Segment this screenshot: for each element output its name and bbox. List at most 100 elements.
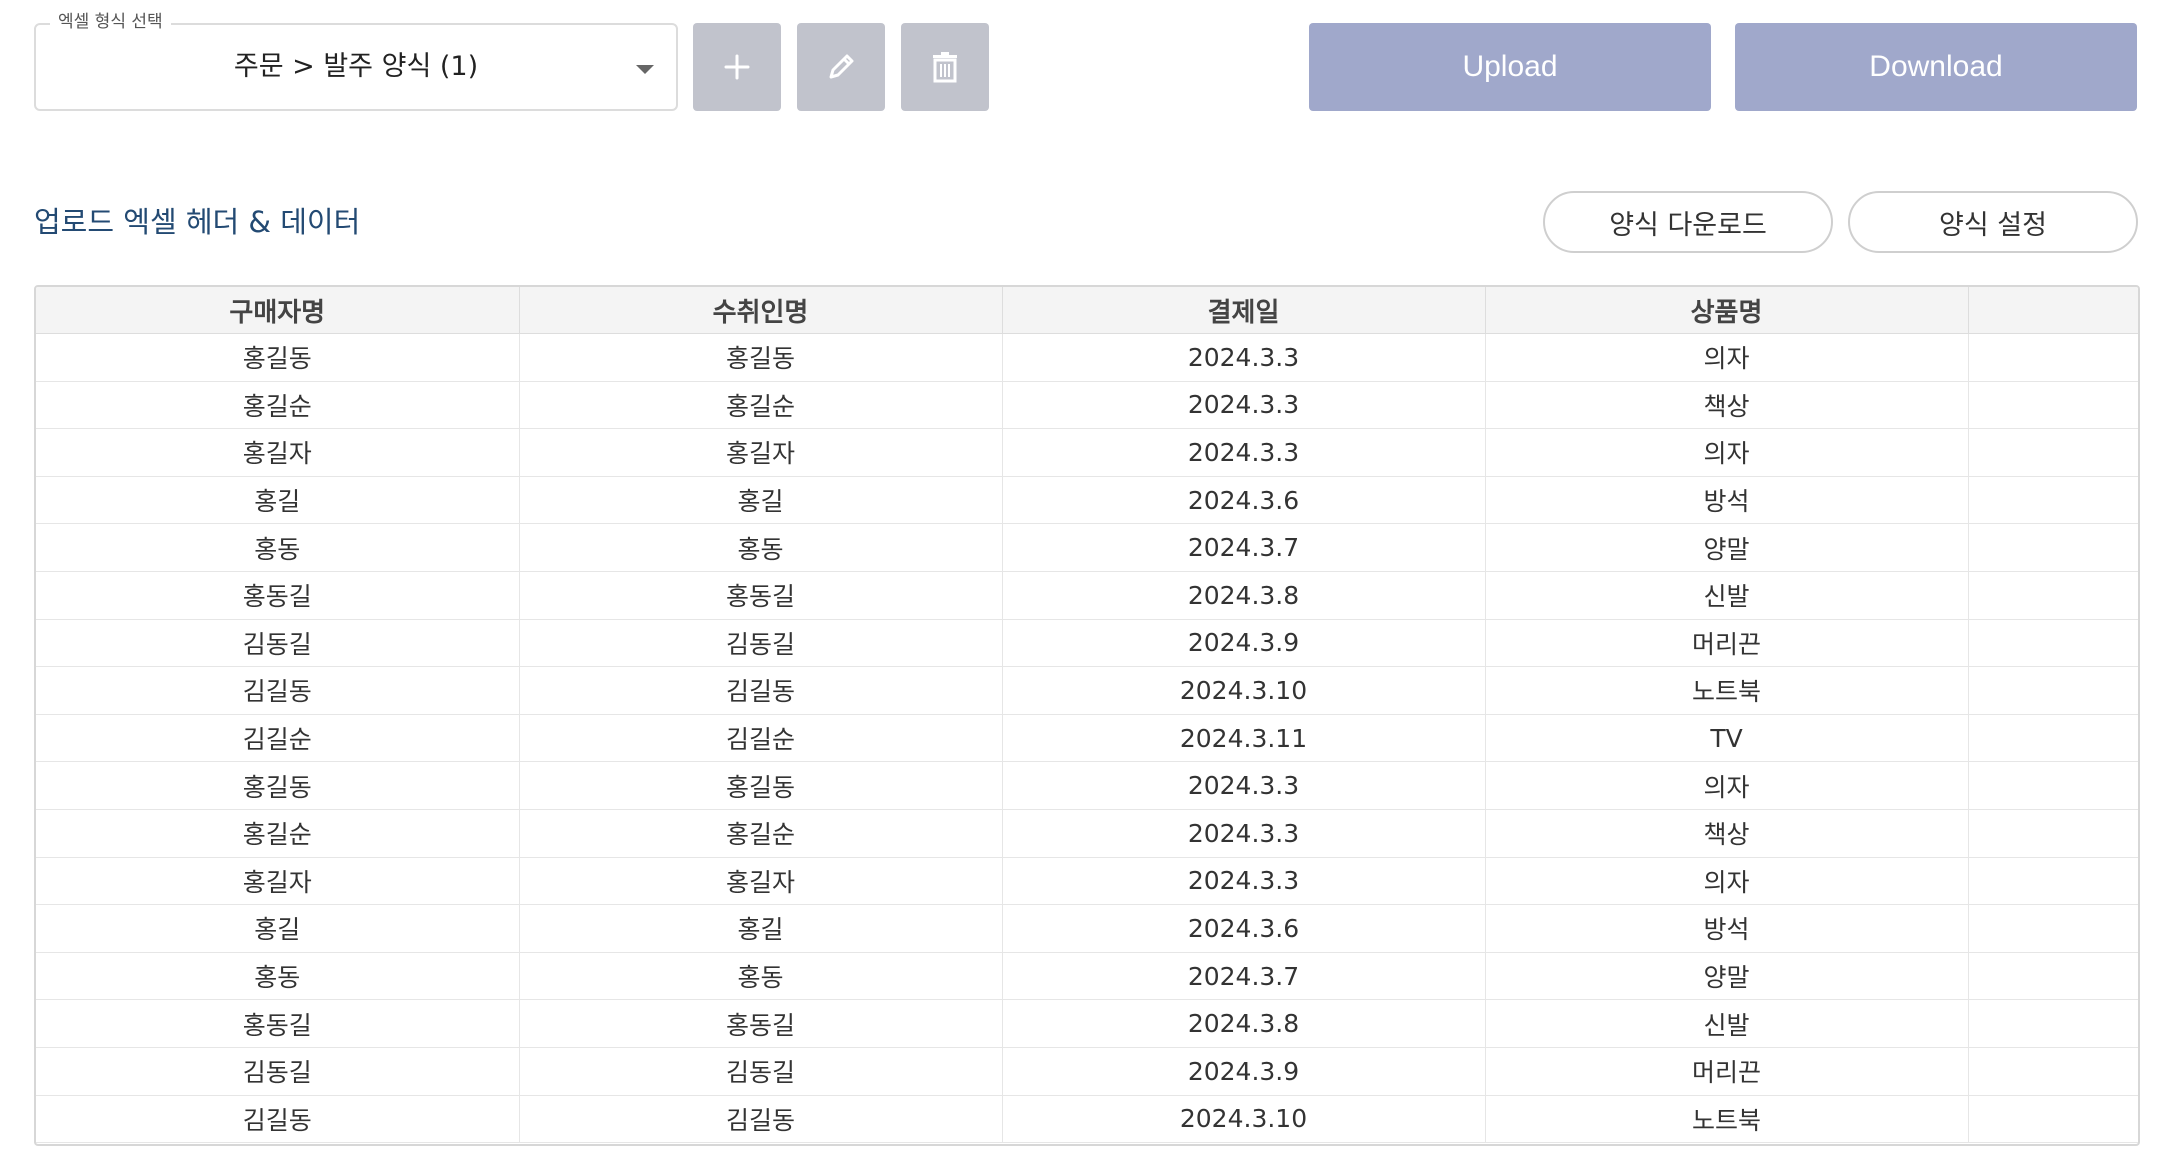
table-cell: 홍길순 (519, 809, 1003, 858)
table-cell: 2024.3.6 (1002, 476, 1486, 525)
table-cell (1968, 999, 2138, 1048)
table-cell: 의자 (1485, 428, 1969, 477)
table-cell: 김길순 (519, 714, 1003, 763)
excel-format-select[interactable]: 엑셀 형식 선택 주문 > 발주 양식 (1) (34, 11, 678, 111)
table-cell: 홍동길 (36, 571, 520, 620)
table-cell: 신발 (1485, 999, 1969, 1048)
table-row[interactable]: 홍길 홍길 2024.3.6 방석 (36, 476, 2138, 525)
table-cell: 김동길 (36, 619, 520, 668)
column-header: 수취인명 (519, 287, 1003, 334)
table-cell: 책상 (1485, 809, 1969, 858)
column-header (1968, 287, 2138, 334)
table-cell (1968, 857, 2138, 906)
table-cell (1968, 761, 2138, 810)
table-cell: 2024.3.11 (1002, 714, 1486, 763)
table-cell: 김길순 (36, 714, 520, 763)
table-cell (1968, 1095, 2138, 1144)
download-button[interactable]: Download (1735, 23, 2137, 111)
table-cell: 김동길 (36, 1047, 520, 1096)
table-row[interactable]: 홍길순 홍길순 2024.3.3 책상 (36, 381, 2138, 430)
table-cell (1968, 523, 2138, 572)
table-cell: 2024.3.3 (1002, 333, 1486, 382)
table-cell: 양말 (1485, 523, 1969, 572)
plus-icon (724, 54, 750, 80)
table-cell: 홍동 (36, 523, 520, 572)
delete-format-button[interactable] (901, 23, 989, 111)
table-row[interactable]: 홍동 홍동 2024.3.7 양말 (36, 523, 2138, 572)
table-cell: 2024.3.10 (1002, 1095, 1486, 1144)
template-settings-button[interactable]: 양식 설정 (1848, 191, 2138, 253)
upload-button[interactable]: Upload (1309, 23, 1711, 111)
table-row[interactable]: 김길동 김길동 2024.3.10 노트북 (36, 1095, 2138, 1144)
table-cell (1968, 809, 2138, 858)
table-cell: 홍길 (519, 904, 1003, 953)
table-row[interactable]: 홍길순 홍길순 2024.3.3 책상 (36, 809, 2138, 858)
table-cell (1968, 904, 2138, 953)
edit-format-button[interactable] (797, 23, 885, 111)
table-cell: 홍길자 (36, 428, 520, 477)
table-cell: 홍길동 (519, 761, 1003, 810)
excel-format-select-value: 주문 > 발주 양식 (1) (233, 51, 479, 82)
table-cell: 머리끈 (1485, 1047, 1969, 1096)
table-row[interactable]: 김동길 김동길 2024.3.9 머리끈 (36, 619, 2138, 668)
table-cell: 2024.3.7 (1002, 523, 1486, 572)
table-cell: 2024.3.9 (1002, 619, 1486, 668)
table-row[interactable]: 김길동 김길동 2024.3.10 노트북 (36, 666, 2138, 715)
table-cell: 홍길자 (519, 428, 1003, 477)
table-cell: 2024.3.6 (1002, 904, 1486, 953)
table-cell: 머리끈 (1485, 619, 1969, 668)
table-cell: 김동길 (519, 1047, 1003, 1096)
table-cell: 2024.3.3 (1002, 381, 1486, 430)
table-cell: 의자 (1485, 333, 1969, 382)
table-cell: 김동길 (519, 619, 1003, 668)
table-cell: 2024.3.3 (1002, 761, 1486, 810)
table-cell: 홍길 (36, 476, 520, 525)
table-cell: 의자 (1485, 857, 1969, 906)
table-cell: 홍동 (519, 523, 1003, 572)
upload-data-table: 구매자명 수취인명 결제일 상품명 홍길동 홍길동 2024.3.3 의자 홍길순 홍길순 202… (34, 285, 2140, 1146)
table-row[interactable]: 홍동 홍동 2024.3.7 양말 (36, 952, 2138, 1001)
table-row[interactable]: 홍길자 홍길자 2024.3.3 의자 (36, 428, 2138, 477)
table-cell: 홍동길 (36, 999, 520, 1048)
table-cell: 책상 (1485, 381, 1969, 430)
table-cell: 2024.3.3 (1002, 809, 1486, 858)
pencil-icon (829, 54, 854, 79)
table-cell: 2024.3.3 (1002, 857, 1486, 906)
table-row[interactable]: 홍길동 홍길동 2024.3.3 의자 (36, 761, 2138, 810)
table-row[interactable]: 홍길 홍길 2024.3.6 방석 (36, 904, 2138, 953)
table-cell: 노트북 (1485, 666, 1969, 715)
table-row[interactable]: 홍길동 홍길동 2024.3.3 의자 (36, 333, 2138, 382)
table-cell: 홍길동 (36, 761, 520, 810)
table-cell: 2024.3.3 (1002, 428, 1486, 477)
table-row[interactable]: 김동길 김동길 2024.3.9 머리끈 (36, 1047, 2138, 1096)
table-header-row: 구매자명 수취인명 결제일 상품명 (36, 287, 2138, 334)
add-format-button[interactable] (693, 23, 781, 111)
table-cell: 홍동 (36, 952, 520, 1001)
table-cell: TV (1485, 714, 1969, 763)
table-cell (1968, 381, 2138, 430)
table-cell (1968, 714, 2138, 763)
table-row[interactable]: 홍동길 홍동길 2024.3.8 신발 (36, 999, 2138, 1048)
table-cell: 양말 (1485, 952, 1969, 1001)
table-cell: 홍길동 (36, 333, 520, 382)
table-cell (1968, 666, 2138, 715)
table-cell: 김길동 (36, 1095, 520, 1144)
column-header: 구매자명 (36, 287, 520, 334)
section-title: 업로드 엑셀 헤더 & 데이터 (34, 205, 361, 239)
table-row[interactable]: 홍동길 홍동길 2024.3.8 신발 (36, 571, 2138, 620)
table-cell: 홍길순 (36, 809, 520, 858)
template-download-button[interactable]: 양식 다운로드 (1543, 191, 1833, 253)
table-cell: 2024.3.10 (1002, 666, 1486, 715)
table-cell: 홍길순 (36, 381, 520, 430)
table-row[interactable]: 홍길자 홍길자 2024.3.3 의자 (36, 857, 2138, 906)
table-cell: 노트북 (1485, 1095, 1969, 1144)
table-row[interactable]: 김길순 김길순 2024.3.11 TV (36, 714, 2138, 763)
table-cell: 2024.3.7 (1002, 952, 1486, 1001)
table-cell: 방석 (1485, 904, 1969, 953)
table-cell: 의자 (1485, 761, 1969, 810)
table-cell: 2024.3.8 (1002, 999, 1486, 1048)
table-cell: 2024.3.9 (1002, 1047, 1486, 1096)
table-cell: 홍동 (519, 952, 1003, 1001)
table-cell (1968, 333, 2138, 382)
table-cell: 2024.3.8 (1002, 571, 1486, 620)
